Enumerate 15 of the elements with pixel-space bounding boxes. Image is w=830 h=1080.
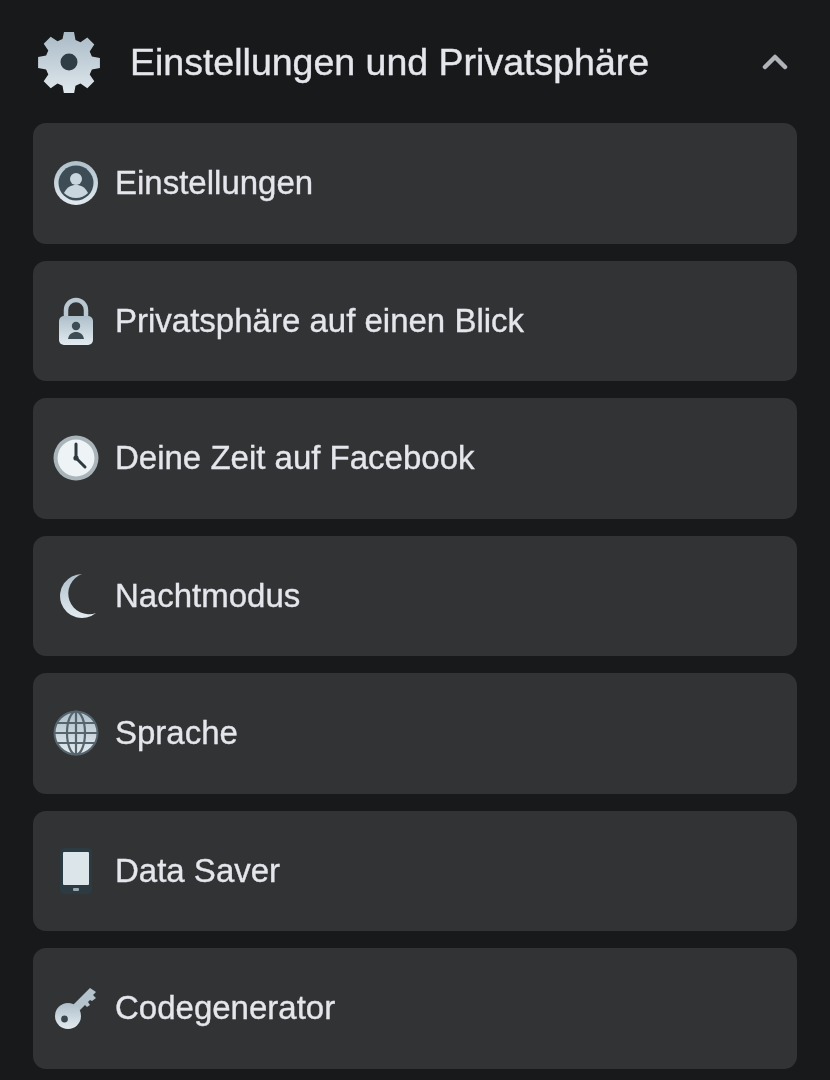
menu-item[interactable]: Codegenerator <box>33 948 797 1069</box>
menu-item[interactable]: Einstellungen <box>33 123 797 244</box>
person-circle-icon <box>53 160 99 207</box>
gear-icon <box>38 31 100 93</box>
clock-icon <box>53 435 99 482</box>
globe-icon <box>53 710 99 757</box>
menu-item[interactable]: Privatsphäre auf einen Blick <box>33 260 797 381</box>
key-icon <box>53 985 99 1032</box>
menu-item[interactable]: Data Saver <box>33 810 797 931</box>
tablet-icon <box>59 846 93 895</box>
menu-item[interactable]: Nachtmodus <box>33 535 797 656</box>
padlock-icon <box>57 295 95 346</box>
section-title: Einstellungen und Privatsphäre <box>130 40 651 84</box>
menu-item[interactable]: Sprache <box>33 673 797 794</box>
menu-item[interactable]: Deine Zeit auf Facebook <box>33 398 797 519</box>
